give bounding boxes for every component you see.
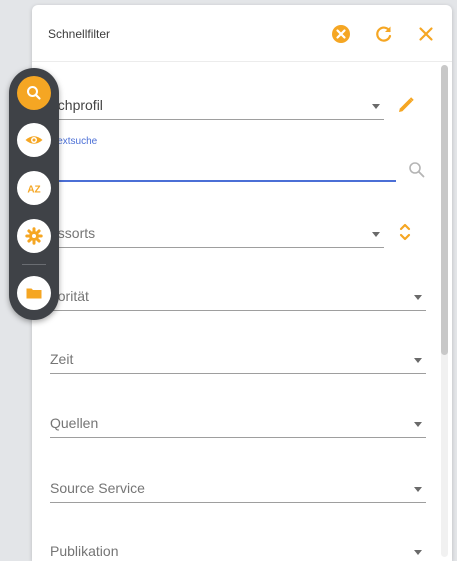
chevron-down-icon[interactable] [372, 104, 380, 109]
quellen-select[interactable]: Quellen [50, 407, 426, 438]
volltextsuche-input[interactable] [50, 155, 396, 182]
publikation-label: Publikation [50, 543, 119, 559]
chevron-down-icon[interactable] [414, 358, 422, 363]
search-icon [27, 86, 41, 100]
chevron-down-icon[interactable] [414, 487, 422, 492]
source-service-label: Source Service [50, 480, 145, 496]
quick-filter-panel: Schnellfilter uchprofil lltextsuche esso… [32, 5, 452, 561]
chevron-down-icon[interactable] [372, 232, 380, 237]
eye-icon [25, 136, 43, 144]
gear-icon [25, 227, 43, 245]
toolbar-folder-button[interactable] [17, 276, 51, 310]
search-icon[interactable] [408, 161, 426, 179]
quellen-label: Quellen [50, 415, 99, 431]
zeit-label: Zeit [50, 351, 74, 367]
toolbar-search-button[interactable] [17, 76, 51, 110]
panel-title: Schnellfilter [48, 27, 111, 41]
sort-az-text: AZ [27, 185, 40, 196]
toolbar-sort-button[interactable]: AZ [17, 171, 51, 205]
folder-icon [26, 288, 42, 299]
panel-header: Schnellfilter [32, 5, 452, 62]
edit-pencil-icon[interactable] [396, 95, 416, 115]
side-toolbar: AZ [9, 68, 59, 320]
toolbar-settings-button[interactable] [17, 219, 51, 253]
sort-az-icon: AZ [27, 185, 40, 196]
chevron-down-icon[interactable] [414, 422, 422, 427]
chevron-down-icon[interactable] [414, 550, 422, 555]
suchprofil-select[interactable]: uchprofil [50, 89, 384, 120]
prioritaet-select[interactable]: riorität [50, 280, 426, 311]
source-service-select[interactable]: Source Service [50, 472, 426, 503]
ressorts-select[interactable]: essorts [50, 217, 384, 248]
scrollbar-thumb[interactable] [441, 65, 448, 355]
toolbar-divider [22, 264, 46, 265]
toolbar-view-button[interactable] [17, 123, 51, 157]
close-icon[interactable] [415, 23, 437, 45]
refresh-icon[interactable] [373, 23, 395, 45]
publikation-select[interactable]: Publikation [50, 535, 426, 561]
zeit-select[interactable]: Zeit [50, 343, 426, 374]
clear-circle-icon[interactable] [330, 23, 352, 45]
panel-scrollbar[interactable] [441, 65, 448, 557]
chevron-down-icon[interactable] [414, 295, 422, 300]
sort-toggle-icon[interactable] [398, 221, 412, 243]
